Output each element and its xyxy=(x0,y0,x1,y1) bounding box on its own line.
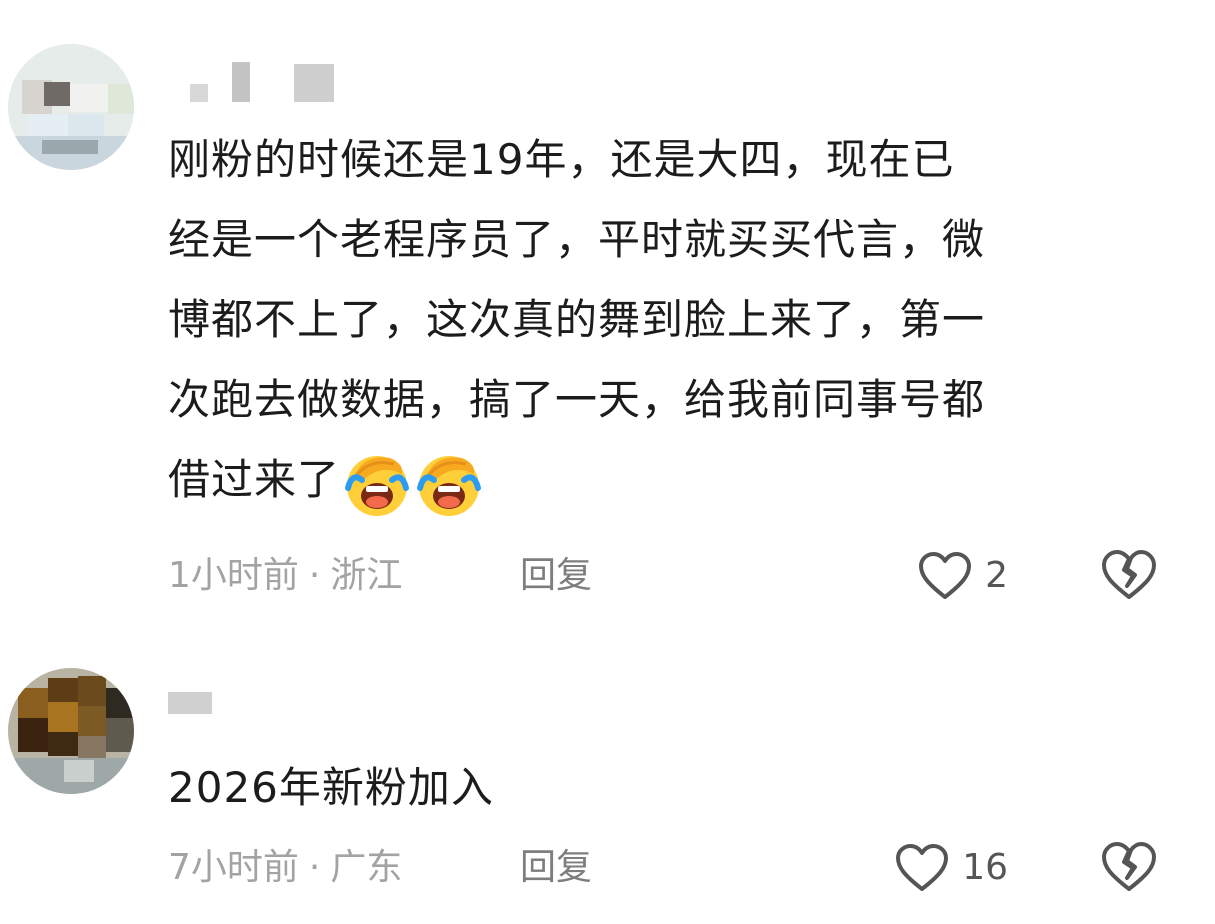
comment-location: 浙江 xyxy=(330,555,403,596)
comment-meta: 1小时前 · 浙江 回复 2 xyxy=(168,546,1158,606)
comment-text-line: 次跑去做数据，搞了一天，给我前同事号都 xyxy=(168,375,986,424)
comment-text: 2026年新粉加入 xyxy=(168,763,494,812)
comment-item: 2026年新粉加入 7小时前 · 广东 回复 16 xyxy=(0,640,1215,924)
comment-text-segment: 借过来了 xyxy=(168,455,341,504)
like-count: 16 xyxy=(962,847,1008,888)
comment-time: 7小时前 xyxy=(168,847,299,888)
comment-item: 刚粉的时候还是19年，还是大四，现在已 经是一个老程序员了，平时就买买代言，微 … xyxy=(0,0,1215,640)
avatar[interactable] xyxy=(8,668,134,794)
comment-location: 广东 xyxy=(330,847,403,888)
heart-outline-icon xyxy=(919,552,972,599)
avatar[interactable] xyxy=(8,44,134,170)
meta-separator: · xyxy=(308,847,321,888)
comment-text: 刚粉的时候还是19年，还是大四，现在已 经是一个老程序员了，平时就买买代言，微 … xyxy=(168,120,1163,520)
reply-button[interactable]: 回复 xyxy=(520,546,592,606)
like-button[interactable]: 16 xyxy=(894,838,1008,898)
facepalm-laugh-emoji-icon xyxy=(417,455,482,516)
comment-text-line: 博都不上了，这次真的舞到脸上来了，第一 xyxy=(168,295,986,344)
comment-time: 1小时前 xyxy=(168,555,299,596)
comment-text-line: 刚粉的时候还是19年，还是大四，现在已 xyxy=(168,135,955,184)
comment-meta: 7小时前 · 广东 回复 16 xyxy=(168,838,1158,898)
comment-text-line: 经是一个老程序员了，平时就买买代言，微 xyxy=(168,215,986,264)
broken-heart-icon[interactable] xyxy=(1100,548,1158,602)
comment-text-line: 借过来了 xyxy=(168,440,1163,520)
reply-button[interactable]: 回复 xyxy=(520,838,592,898)
heart-outline-icon xyxy=(896,844,949,891)
facepalm-laugh-emoji-icon xyxy=(345,455,410,516)
like-count: 2 xyxy=(985,555,1008,596)
broken-heart-icon[interactable] xyxy=(1100,840,1158,894)
meta-separator: · xyxy=(308,555,321,596)
like-button[interactable]: 2 xyxy=(917,546,1008,606)
